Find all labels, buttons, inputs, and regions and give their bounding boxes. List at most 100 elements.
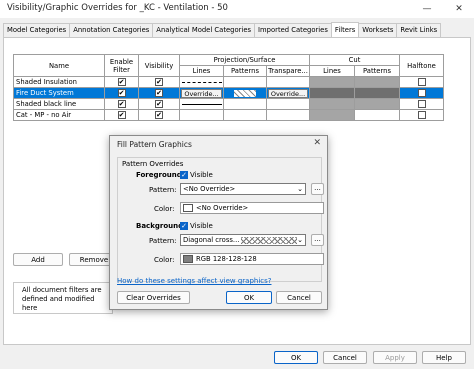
enable-filter-checkbox[interactable]: ✔: [104, 76, 139, 88]
color-swatch: [183, 204, 193, 212]
title-bar: Visibility/Graphic Overrides for _KC - V…: [0, 0, 474, 18]
tab-model-categories[interactable]: Model Categories: [3, 23, 71, 37]
patterns-cell[interactable]: [223, 76, 267, 88]
lines-cell[interactable]: [179, 109, 224, 121]
cut-lines-cell: [309, 98, 355, 110]
patterns-cell[interactable]: [223, 109, 267, 121]
patterns-cell[interactable]: [223, 98, 267, 110]
header-name[interactable]: Name: [13, 54, 105, 77]
transparency-cell[interactable]: [266, 98, 310, 110]
window-title: Visibility/Graphic Overrides for _KC - V…: [7, 3, 228, 13]
tab-imported-categories[interactable]: Imported Categories: [254, 23, 332, 37]
enable-filter-checkbox[interactable]: ✔: [104, 98, 139, 110]
clear-overrides-button[interactable]: Clear Overrides: [117, 291, 190, 304]
pattern-swatch[interactable]: [234, 89, 256, 97]
foreground-color-button[interactable]: <No Override>: [180, 202, 324, 214]
apply-button[interactable]: Apply: [373, 351, 417, 364]
lines-override-button[interactable]: Override...: [181, 88, 222, 98]
checkmark-icon[interactable]: ✓: [180, 171, 188, 179]
lines-cell[interactable]: [179, 98, 224, 110]
enable-filter-checkbox[interactable]: ✔: [104, 109, 139, 121]
checkmark-icon[interactable]: ✔: [155, 78, 163, 86]
help-button[interactable]: Help: [422, 351, 466, 364]
lines-cell[interactable]: Override...: [179, 87, 224, 99]
close-icon[interactable]: ✕: [313, 138, 321, 148]
header-cut: Cut: [309, 54, 400, 66]
cut-lines-cell: [309, 76, 355, 88]
background-heading: Background: [136, 222, 184, 230]
dialog-ok-button[interactable]: OK: [226, 291, 272, 304]
cut-lines-cell: [309, 87, 355, 99]
visibility-checkbox[interactable]: ✔: [138, 109, 180, 121]
checkmark-icon[interactable]: ✔: [117, 111, 126, 119]
cut-patterns-cell[interactable]: [354, 109, 400, 121]
checkmark-icon[interactable]: ✓: [180, 222, 188, 230]
patterns-cell[interactable]: [223, 87, 267, 99]
header-visibility[interactable]: Visibility: [138, 54, 180, 77]
row-name[interactable]: Fire Duct System: [13, 87, 105, 99]
visibility-checkbox[interactable]: ✔: [138, 87, 180, 99]
lines-cell[interactable]: [179, 76, 224, 88]
transparency-cell[interactable]: [266, 76, 310, 88]
halftone-checkbox[interactable]: [399, 109, 444, 121]
foreground-pattern-browse-button[interactable]: ...: [311, 183, 324, 195]
checkmark-icon[interactable]: ✔: [155, 111, 163, 119]
enable-filter-checkbox[interactable]: ✔: [104, 87, 139, 99]
foreground-heading: Foreground: [136, 171, 182, 179]
tab-revit-links[interactable]: Revit Links: [396, 23, 442, 37]
foreground-color-label: Color:: [154, 205, 175, 213]
halftone-checkbox[interactable]: [399, 87, 444, 99]
row-name[interactable]: Cat - MP - no Air: [13, 109, 105, 121]
header-cut-patterns: Patterns: [354, 65, 400, 77]
row-name[interactable]: Shaded black line: [13, 98, 105, 110]
ok-button[interactable]: OK: [274, 351, 318, 364]
table-row[interactable]: Shaded black line ✔ ✔: [13, 98, 444, 110]
checkmark-icon[interactable]: ✔: [117, 78, 126, 86]
background-visible-checkbox[interactable]: ✓ Visible: [180, 222, 213, 230]
checkmark-icon[interactable]: ✔: [155, 100, 163, 108]
header-projection-surface: Projection/Surface: [179, 54, 310, 66]
visibility-checkbox[interactable]: ✔: [138, 98, 180, 110]
halftone-checkbox[interactable]: [399, 76, 444, 88]
header-lines: Lines: [179, 65, 224, 77]
fill-pattern-dialog: Fill Pattern Graphics ✕ Pattern Override…: [109, 135, 328, 310]
background-pattern-label: Pattern:: [149, 237, 177, 245]
visibility-checkbox[interactable]: ✔: [138, 76, 180, 88]
table-row[interactable]: Fire Duct System ✔ ✔ Override... Overrid…: [13, 87, 444, 99]
table-row[interactable]: Cat - MP - no Air ✔ ✔: [13, 109, 444, 121]
background-pattern-browse-button[interactable]: ...: [311, 234, 324, 246]
cut-patterns-cell: [354, 76, 400, 88]
dialog-cancel-button[interactable]: Cancel: [276, 291, 322, 304]
foreground-visible-checkbox[interactable]: ✓ Visible: [180, 171, 213, 179]
tab-filters[interactable]: Filters: [330, 22, 360, 37]
checkmark-icon[interactable]: ✔: [117, 89, 126, 97]
checkmark-icon[interactable]: ✔: [117, 100, 126, 108]
transparency-override-button[interactable]: Override...: [267, 88, 309, 98]
checkmark-icon[interactable]: ✔: [155, 89, 163, 97]
cancel-button[interactable]: Cancel: [323, 351, 367, 364]
tab-analytical-model-categories[interactable]: Analytical Model Categories: [152, 23, 256, 37]
chevron-down-icon: ⌄: [297, 236, 303, 244]
header-halftone[interactable]: Halftone: [399, 54, 444, 77]
header-transparency: Transpare...: [266, 65, 310, 77]
help-link[interactable]: How do these settings affect view graphi…: [117, 277, 271, 285]
header-enable-filter[interactable]: Enable Filter: [104, 54, 139, 77]
close-window-button[interactable]: ✕: [444, 0, 474, 18]
row-name[interactable]: Shaded Insulation: [13, 76, 105, 88]
table-row[interactable]: Shaded Insulation ✔ ✔: [13, 76, 444, 88]
background-color-button[interactable]: RGB 128-128-128: [180, 253, 324, 265]
cut-lines-cell: [309, 109, 355, 121]
transparency-cell[interactable]: [266, 109, 310, 121]
add-filter-button[interactable]: Add: [13, 253, 63, 266]
halftone-checkbox[interactable]: [399, 98, 444, 110]
tab-annotation-categories[interactable]: Annotation Categories: [69, 23, 154, 37]
color-swatch: [183, 255, 193, 263]
chevron-down-icon: ⌄: [297, 185, 303, 193]
tab-worksets[interactable]: Worksets: [358, 23, 398, 37]
background-color-label: Color:: [154, 256, 175, 264]
background-pattern-dropdown[interactable]: Diagonal cross... ⌄: [180, 234, 306, 246]
group-label: Pattern Overrides: [122, 160, 184, 168]
transparency-cell[interactable]: Override...: [266, 87, 310, 99]
foreground-pattern-dropdown[interactable]: <No Override> ⌄: [180, 183, 306, 195]
minimize-button[interactable]: —: [412, 0, 442, 18]
